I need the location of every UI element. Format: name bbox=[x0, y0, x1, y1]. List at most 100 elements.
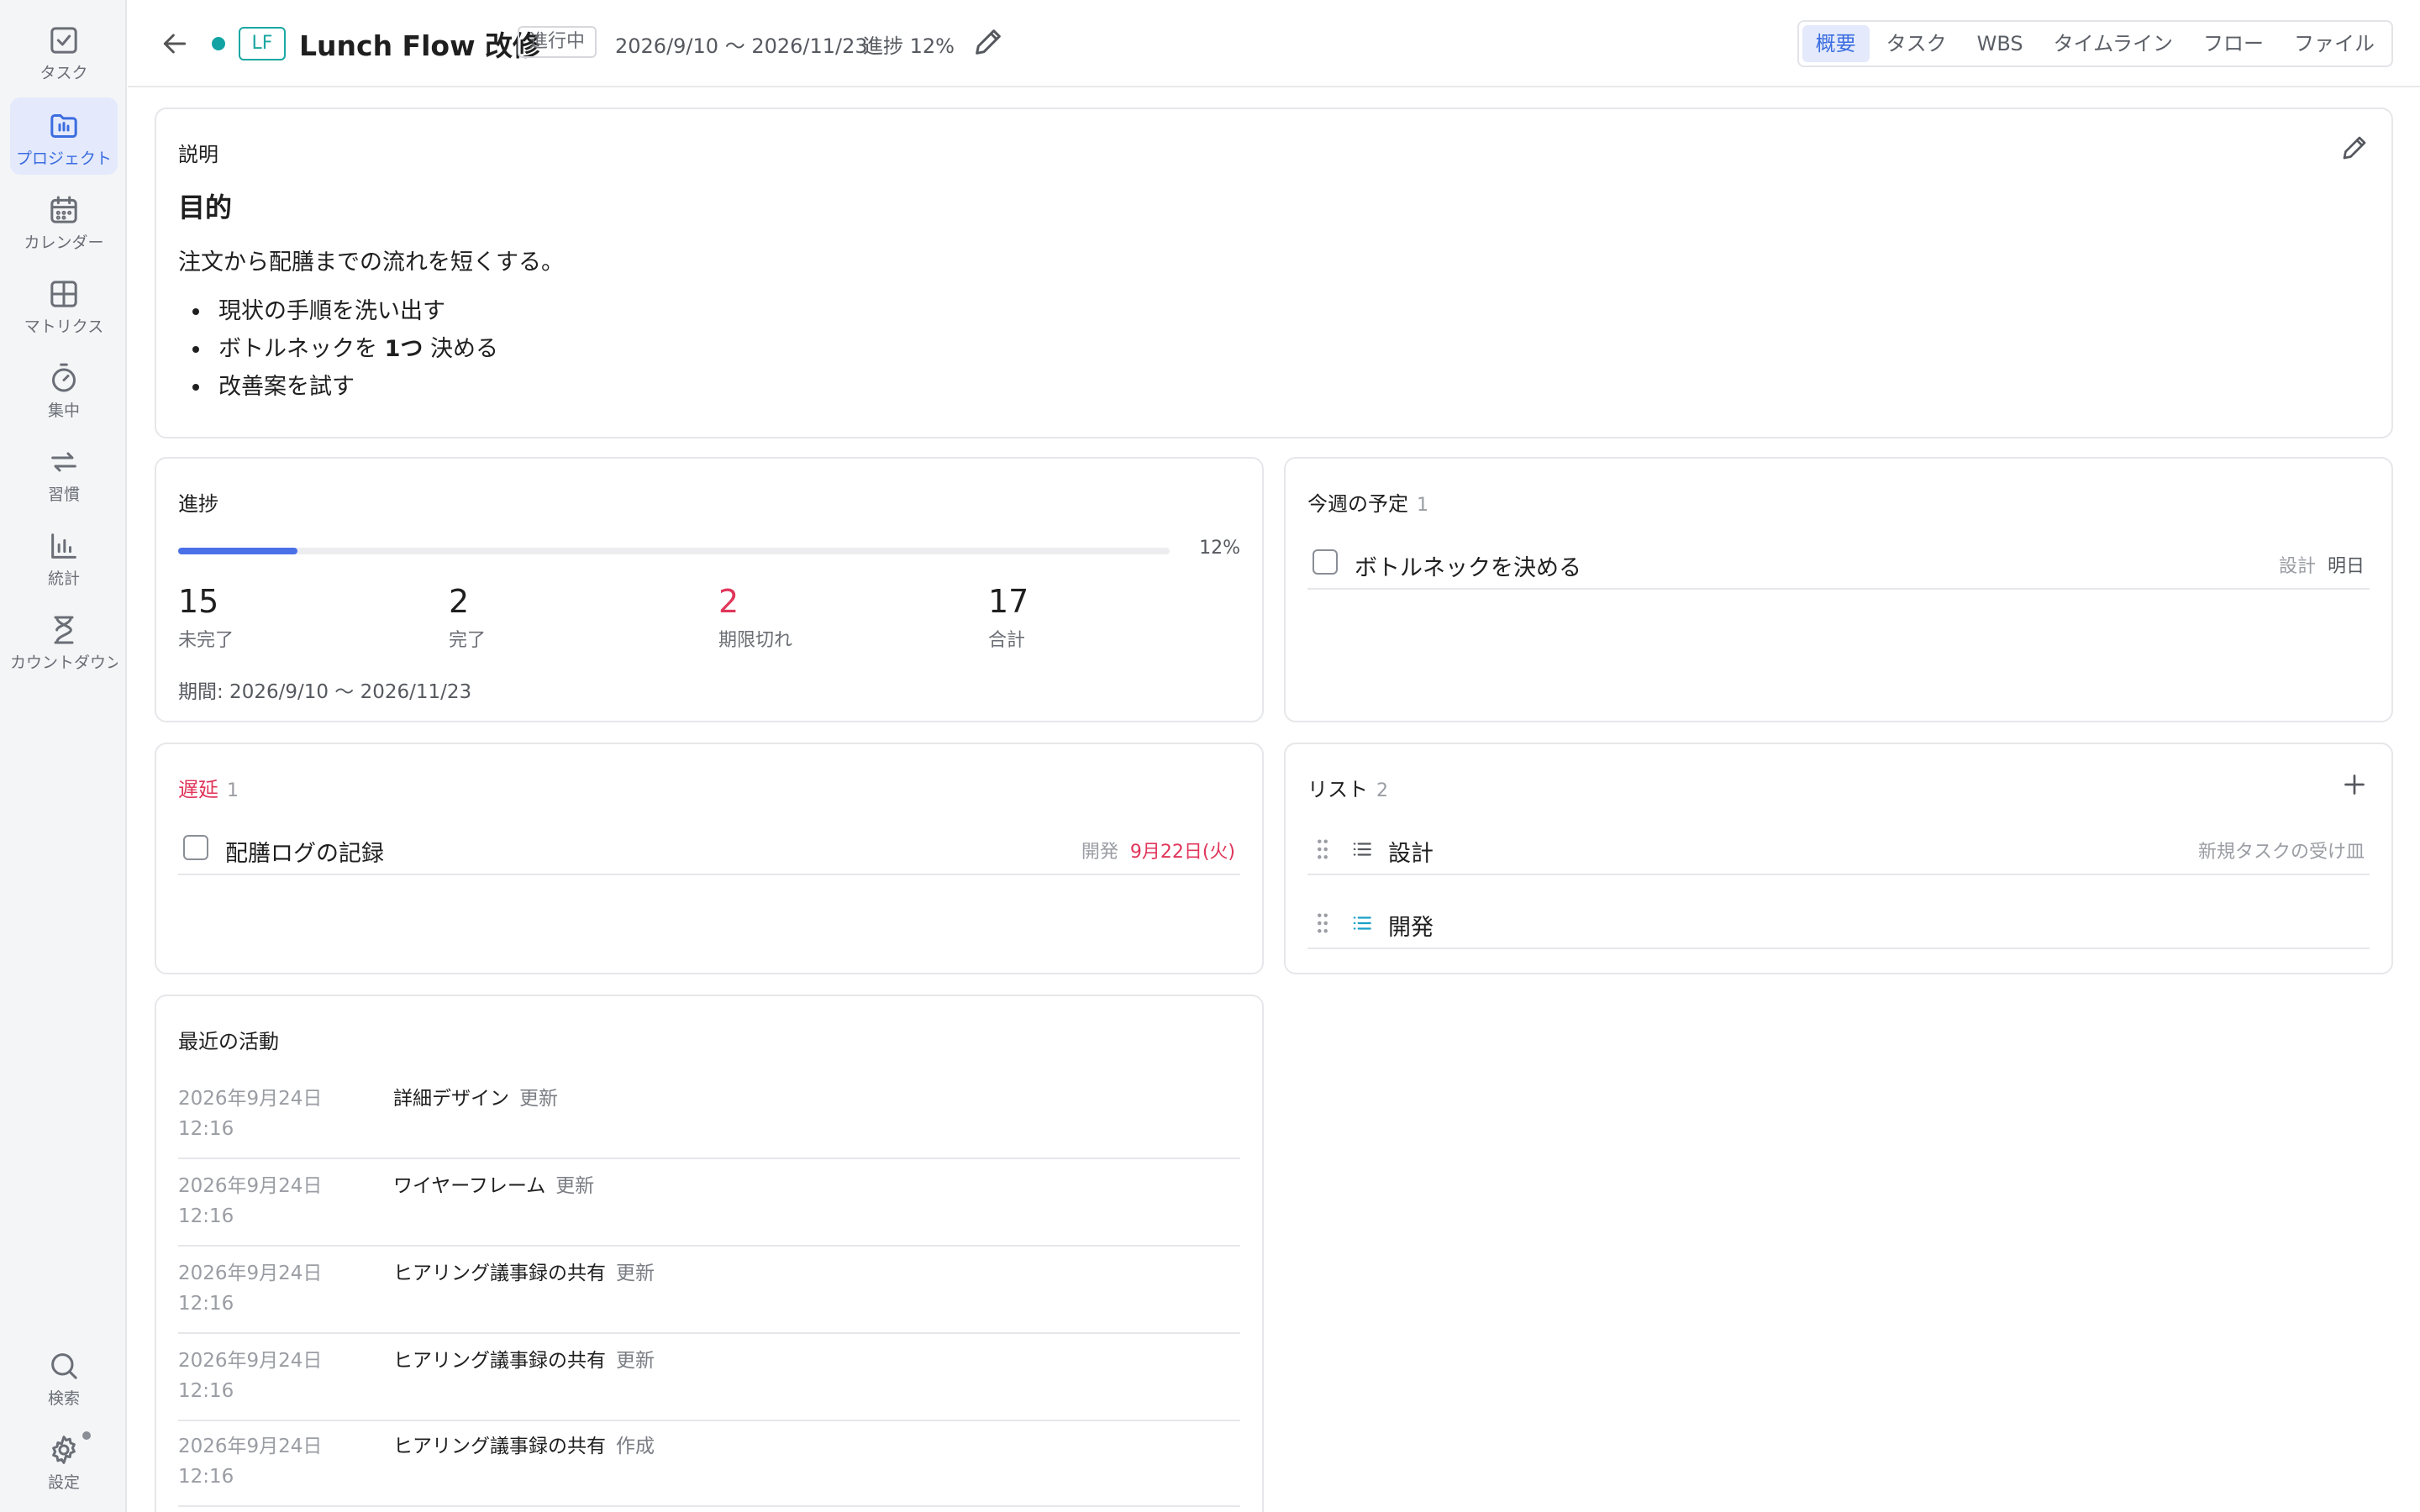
task-due: 明日 bbox=[2327, 556, 2365, 577]
sidebar-item-calendar[interactable]: カレンダー bbox=[10, 181, 118, 259]
search-icon bbox=[51, 1353, 77, 1379]
repeat-icon bbox=[51, 452, 76, 472]
sidebar-item-tasks[interactable]: タスク bbox=[10, 12, 118, 89]
status-badge: 進行中 bbox=[518, 26, 597, 58]
stat-label: 完了 bbox=[449, 630, 487, 651]
overdue-card: 遅延 1 配膳ログの記録 開発 9月22日(火) bbox=[155, 743, 1264, 974]
sidebar-item-label: 設定 bbox=[47, 1473, 80, 1492]
card-title: 今週の予定 1 bbox=[1307, 492, 1428, 516]
pencil-icon[interactable] bbox=[971, 25, 1005, 59]
task-meta: 開発 9月22日(火) bbox=[1081, 837, 1235, 864]
project-folder-icon bbox=[50, 114, 77, 138]
activity-target: 詳細デザイン bbox=[393, 1088, 509, 1110]
tab-flow[interactable]: フロー bbox=[2190, 25, 2277, 62]
stat-incomplete: 15 未完了 bbox=[178, 583, 234, 652]
card-title: 遅延 1 bbox=[178, 778, 239, 801]
task-list-name: 開発 bbox=[1081, 842, 1118, 863]
sidebar: タスク プロジェクト カレンダー マトリクス 集中 習慣 統計 カウントダウン … bbox=[0, 0, 127, 1512]
sidebar-item-stats[interactable]: 統計 bbox=[10, 517, 118, 595]
stat-value: 2 bbox=[718, 583, 739, 620]
activity-row: 2026年9月24日 12:16 ワイヤーフレーム 更新 bbox=[178, 1159, 1240, 1247]
list-name: 設計 bbox=[1388, 841, 1434, 867]
tab-overview[interactable]: 概要 bbox=[1802, 25, 1870, 62]
project-header: LF Lunch Flow 改修 進行中 2026/9/10 〜 2026/11… bbox=[128, 0, 2420, 87]
sidebar-item-label: マトリクス bbox=[24, 318, 104, 336]
sidebar-item-focus[interactable]: 集中 bbox=[10, 349, 118, 427]
drag-handle-icon[interactable] bbox=[1316, 912, 1329, 934]
activity-verb: 更新 bbox=[616, 1350, 655, 1372]
activity-timestamp: 2026年9月24日 12:16 bbox=[178, 1350, 323, 1402]
task-row[interactable]: ボトルネックを決める 設計 明日 bbox=[1307, 536, 2370, 590]
task-row[interactable]: 配膳ログの記録 開発 9月22日(火) bbox=[178, 822, 1240, 875]
checkbox-icon bbox=[50, 27, 77, 54]
task-list-name: 設計 bbox=[2278, 556, 2316, 577]
activity-timestamp: 2026年9月24日 12:16 bbox=[178, 1175, 323, 1227]
sidebar-item-label: タスク bbox=[39, 64, 88, 82]
stat-total: 17 合計 bbox=[988, 583, 1028, 652]
activity-verb: 作成 bbox=[616, 1436, 655, 1457]
activity-row: 2026年9月24日 12:16 ヒアリング議事録の共有 更新 bbox=[178, 1334, 1240, 1421]
card-title: 最近の活動 bbox=[178, 1030, 279, 1053]
activity-verb: 更新 bbox=[519, 1088, 558, 1110]
stat-label: 未完了 bbox=[178, 630, 234, 651]
activity-text: 詳細デザイン 更新 bbox=[393, 1084, 558, 1114]
back-arrow-icon[interactable] bbox=[158, 27, 192, 60]
progress-percent: 12% bbox=[1199, 538, 1240, 559]
sidebar-item-search[interactable]: 検索 bbox=[10, 1341, 118, 1418]
list-name: 開発 bbox=[1388, 915, 1434, 941]
task-meta: 設計 明日 bbox=[2279, 551, 2365, 578]
progress-bar-fill bbox=[178, 548, 297, 554]
tab-timeline[interactable]: タイムライン bbox=[2040, 25, 2186, 62]
view-tabs: 概要 タスク WBS タイムライン フロー ファイル bbox=[1797, 20, 2393, 67]
task-checkbox[interactable] bbox=[183, 835, 208, 860]
this-week-card: 今週の予定 1 ボトルネックを決める 設計 明日 bbox=[1284, 457, 2393, 722]
sidebar-item-settings[interactable]: 設定 bbox=[10, 1425, 118, 1502]
task-name: ボトルネックを決める bbox=[1355, 555, 1581, 581]
sidebar-item-label: カレンダー bbox=[24, 234, 104, 252]
card-count: 2 bbox=[1376, 780, 1388, 801]
tab-files[interactable]: ファイル bbox=[2281, 25, 2388, 62]
list-note: 新規タスクの受け皿 bbox=[2197, 842, 2365, 863]
activity-verb: 更新 bbox=[555, 1175, 595, 1197]
card-title: 説明 bbox=[178, 143, 218, 166]
activity-row: 2026年9月24日 12:16 ヒアリング議事録の共有 作成 bbox=[178, 1420, 1240, 1507]
activity-text: ヒアリング議事録の共有 更新 bbox=[393, 1346, 655, 1376]
stat-value: 17 bbox=[988, 583, 1029, 620]
hourglass-icon bbox=[54, 616, 74, 644]
pencil-icon[interactable] bbox=[2339, 133, 2370, 163]
stat-complete: 2 完了 bbox=[449, 583, 486, 652]
sidebar-item-habits[interactable]: 習慣 bbox=[10, 433, 118, 511]
list-icon bbox=[1353, 843, 1371, 856]
card-title: リスト 2 bbox=[1307, 778, 1388, 801]
sidebar-item-projects[interactable]: プロジェクト bbox=[10, 97, 118, 175]
sidebar-item-countdown[interactable]: カウントダウン bbox=[10, 601, 118, 679]
activity-target: ヒアリング議事録の共有 bbox=[393, 1263, 606, 1284]
tab-wbs[interactable]: WBS bbox=[1964, 25, 2037, 62]
plus-icon[interactable] bbox=[2339, 769, 2370, 800]
stat-value: 15 bbox=[178, 583, 219, 620]
sidebar-item-label: 検索 bbox=[47, 1389, 80, 1408]
stat-label: 合計 bbox=[988, 630, 1026, 651]
list-item: 改善案を試す bbox=[212, 368, 498, 406]
gear-icon bbox=[52, 1436, 76, 1464]
activity-text: ヒアリング議事録の共有 作成 bbox=[393, 1431, 655, 1462]
sidebar-item-label: カウントダウン bbox=[10, 654, 118, 672]
activity-row: 2026年9月24日 12:16 詳細デザイン 更新 bbox=[178, 1072, 1240, 1159]
task-checkbox[interactable] bbox=[1313, 549, 1338, 575]
sidebar-item-label: 集中 bbox=[47, 402, 80, 420]
drag-handle-icon[interactable] bbox=[1316, 838, 1329, 860]
card-count: 1 bbox=[227, 780, 239, 801]
recent-activity-card: 最近の活動 2026年9月24日 12:16 詳細デザイン 更新 2026年9月24… bbox=[155, 995, 1264, 1512]
task-due: 9月22日(火) bbox=[1129, 842, 1235, 863]
list-row[interactable]: 開発 bbox=[1307, 895, 2370, 949]
calendar-icon bbox=[50, 196, 77, 223]
sidebar-item-label: 習慣 bbox=[47, 486, 80, 504]
card-title: 進捗 bbox=[178, 492, 218, 516]
sidebar-item-matrix[interactable]: マトリクス bbox=[10, 265, 118, 343]
sidebar-item-label: プロジェクト bbox=[15, 150, 112, 168]
activity-timestamp: 2026年9月24日 12:16 bbox=[178, 1088, 323, 1140]
progress-bar bbox=[178, 548, 1170, 554]
list-row[interactable]: 設計 新規タスクの受け皿 bbox=[1307, 822, 2370, 875]
tab-tasks[interactable]: タスク bbox=[1873, 25, 1960, 62]
task-name: 配膳ログの記録 bbox=[225, 841, 384, 867]
